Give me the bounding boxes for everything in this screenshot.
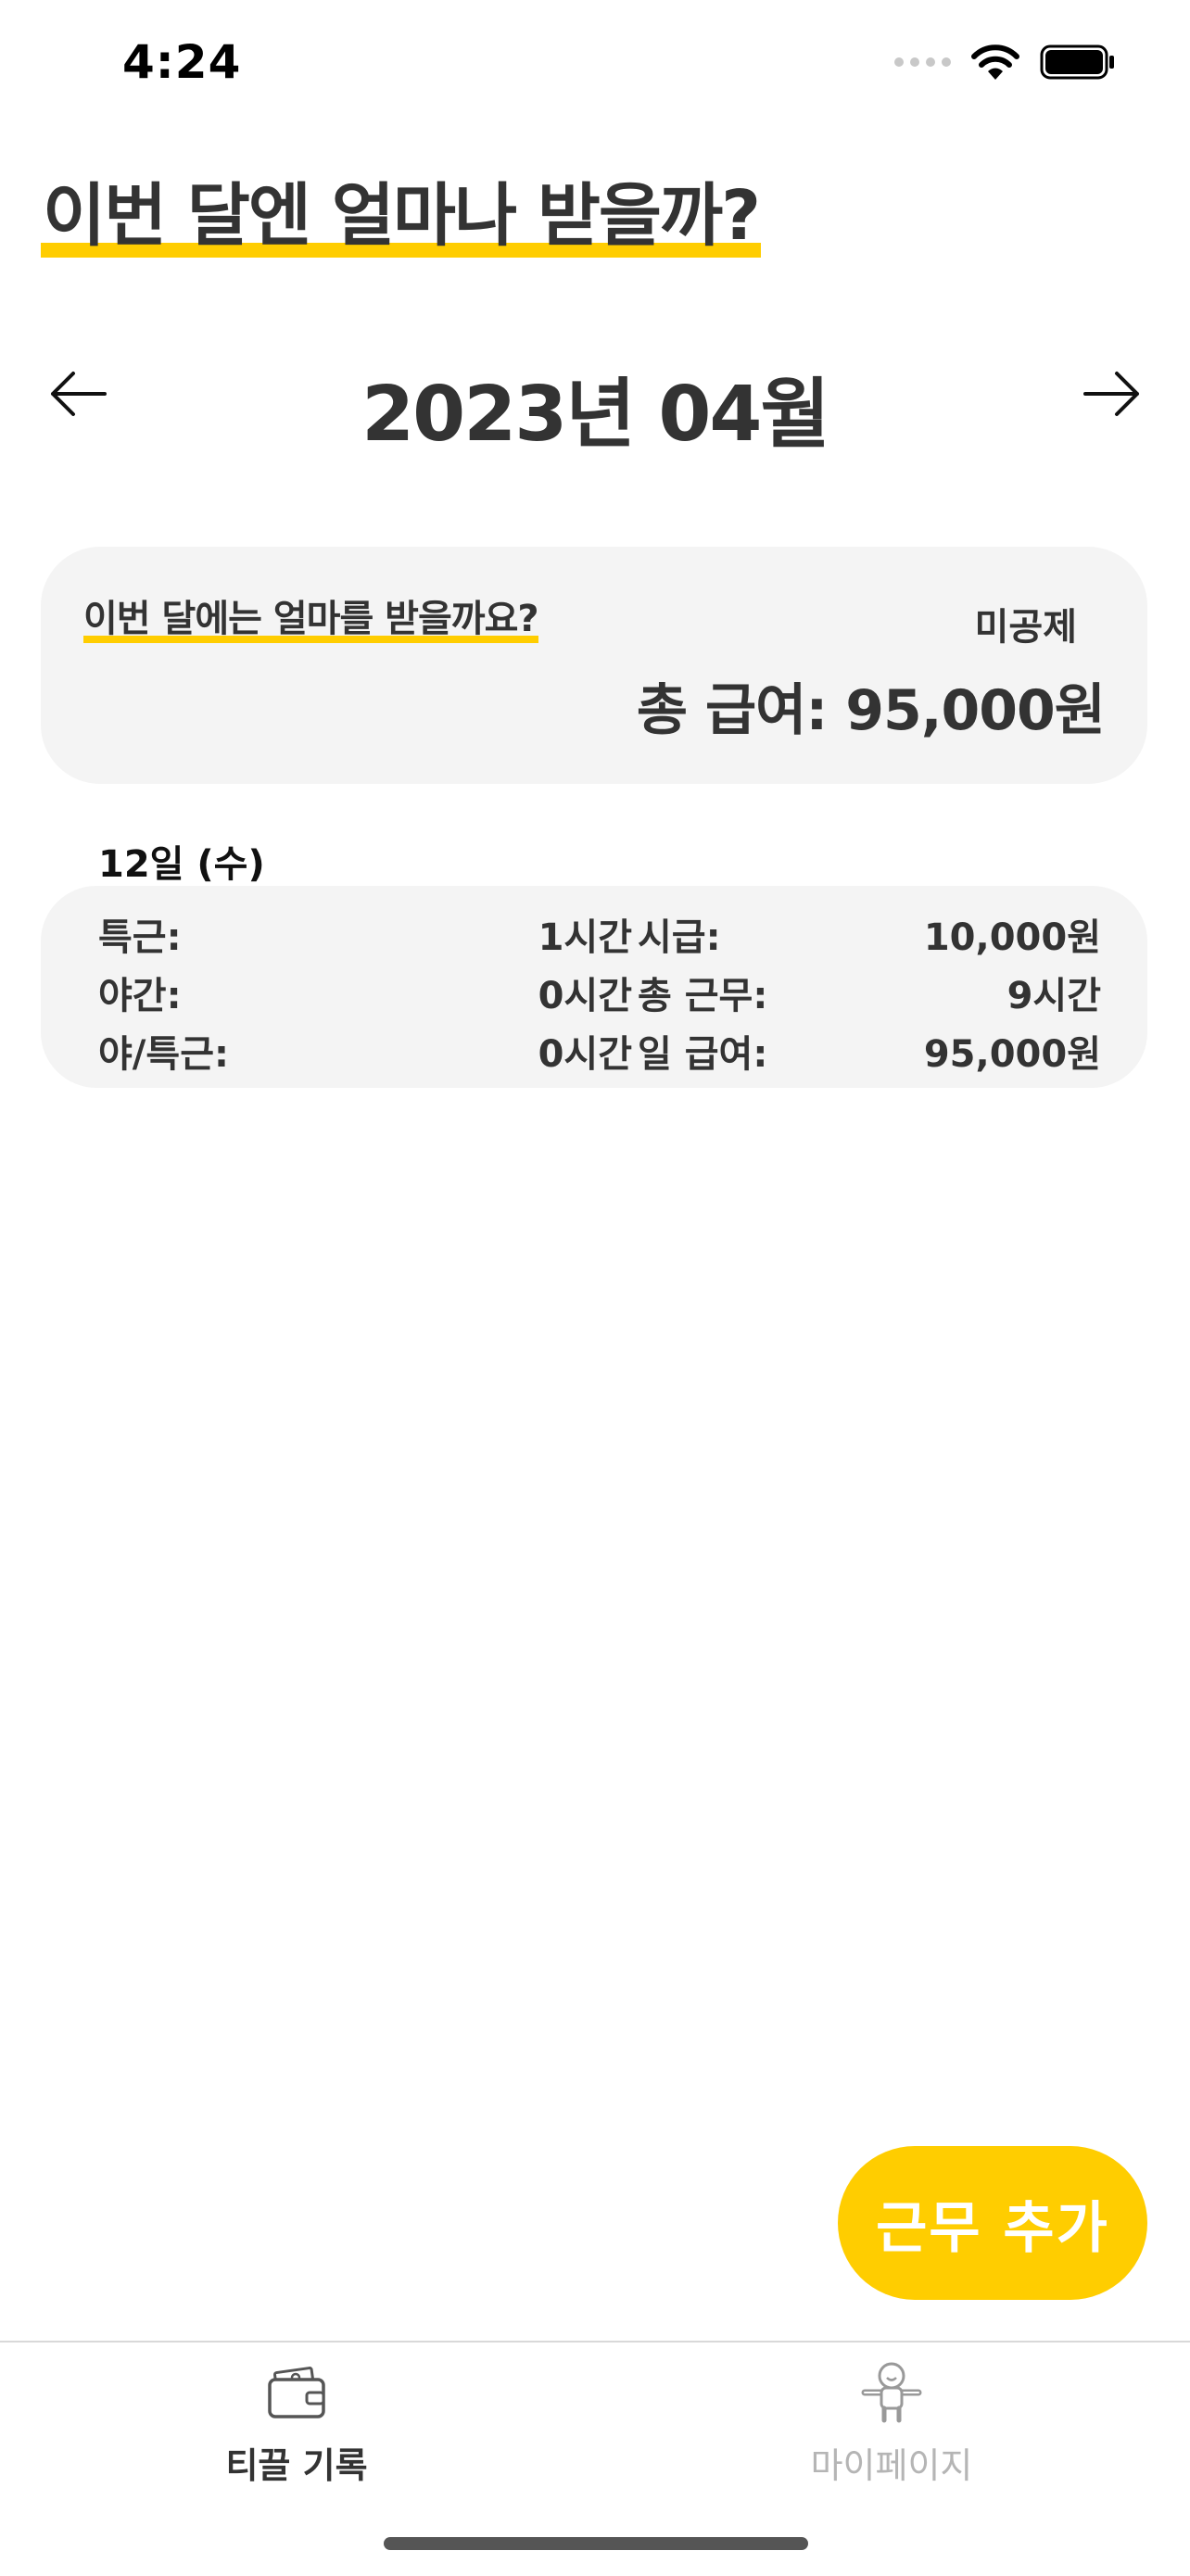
next-month-button[interactable]	[1075, 361, 1149, 426]
total-pay: 총 급여: 95,000원	[636, 678, 1106, 743]
arrow-right-icon	[1083, 372, 1139, 416]
day-row-night-special: 야/특근: 0시간	[98, 1021, 632, 1080]
day-entry-card[interactable]: 특근: 1시간 야간: 0시간 야/특근: 0시간 시급: 10,000원 총 …	[41, 886, 1147, 1088]
add-work-button[interactable]: 근무 추가	[838, 2146, 1147, 2300]
summary-question: 이번 달에는 얼마를 받을까요?	[83, 598, 539, 643]
current-month-label: 2023년 04월	[361, 371, 830, 459]
day-row-total-work: 총 근무: 9시간	[638, 963, 1147, 1021]
summary-question-text: 이번 달에는 얼마를 받을까요?	[83, 598, 539, 640]
month-navigator: 2023년 04월	[0, 343, 1190, 459]
character-icon	[861, 2362, 922, 2423]
status-time: 4:24	[122, 35, 242, 89]
day-row-label: 일 급여:	[638, 1032, 768, 1076]
status-icons	[894, 43, 1116, 82]
summary-question-wrap: 이번 달에는 얼마를 받을까요?	[83, 598, 539, 643]
day-row-value: 95,000원	[923, 1032, 1101, 1076]
day-row-daily-pay: 일 급여: 95,000원	[638, 1021, 1147, 1080]
status-bar: 4:24	[0, 0, 1190, 130]
day-row-value: 10,000원	[923, 915, 1101, 959]
deduction-toggle[interactable]: 미공제	[975, 597, 1077, 650]
day-row-label: 특근:	[98, 915, 182, 959]
day-entry-left-column: 특근: 1시간 야간: 0시간 야/특근: 0시간	[98, 904, 632, 1080]
wallet-icon	[268, 2367, 325, 2418]
page-title-wrap: 이번 달엔 얼마나 받을까?	[41, 182, 761, 258]
tab-record[interactable]: 티끌 기록	[158, 2359, 436, 2488]
day-entry-date: 12일 (수)	[98, 843, 265, 886]
day-row-value: 1시간	[538, 915, 632, 959]
home-indicator	[384, 2537, 808, 2550]
page-title: 이번 달엔 얼마나 받을까?	[41, 182, 761, 258]
day-row-label: 시급:	[638, 915, 721, 959]
day-row-value: 0시간	[538, 974, 632, 1017]
tab-label: 티끌 기록	[225, 2445, 368, 2486]
day-row-label: 총 근무:	[638, 974, 768, 1017]
page-title-text: 이번 달엔 얼마나 받을까?	[43, 176, 761, 256]
tab-label: 마이페이지	[810, 2445, 973, 2486]
monthly-summary-card: 이번 달에는 얼마를 받을까요? 미공제 총 급여: 95,000원	[41, 547, 1147, 784]
day-row-special: 특근: 1시간	[98, 904, 632, 963]
day-row-value: 9시간	[1006, 974, 1101, 1017]
day-row-value: 0시간	[538, 1032, 632, 1076]
wifi-icon	[971, 44, 1019, 80]
day-row-label: 야간:	[98, 974, 182, 1017]
tab-mypage[interactable]: 마이페이지	[753, 2359, 1031, 2488]
day-entry-right-column: 시급: 10,000원 총 근무: 9시간 일 급여: 95,000원	[638, 904, 1147, 1080]
battery-icon	[1040, 44, 1114, 80]
day-row-hourly-wage: 시급: 10,000원	[638, 904, 1147, 963]
day-row-night: 야간: 0시간	[98, 963, 632, 1021]
cellular-signal-icon	[894, 57, 951, 67]
day-row-label: 야/특근:	[98, 1032, 230, 1076]
